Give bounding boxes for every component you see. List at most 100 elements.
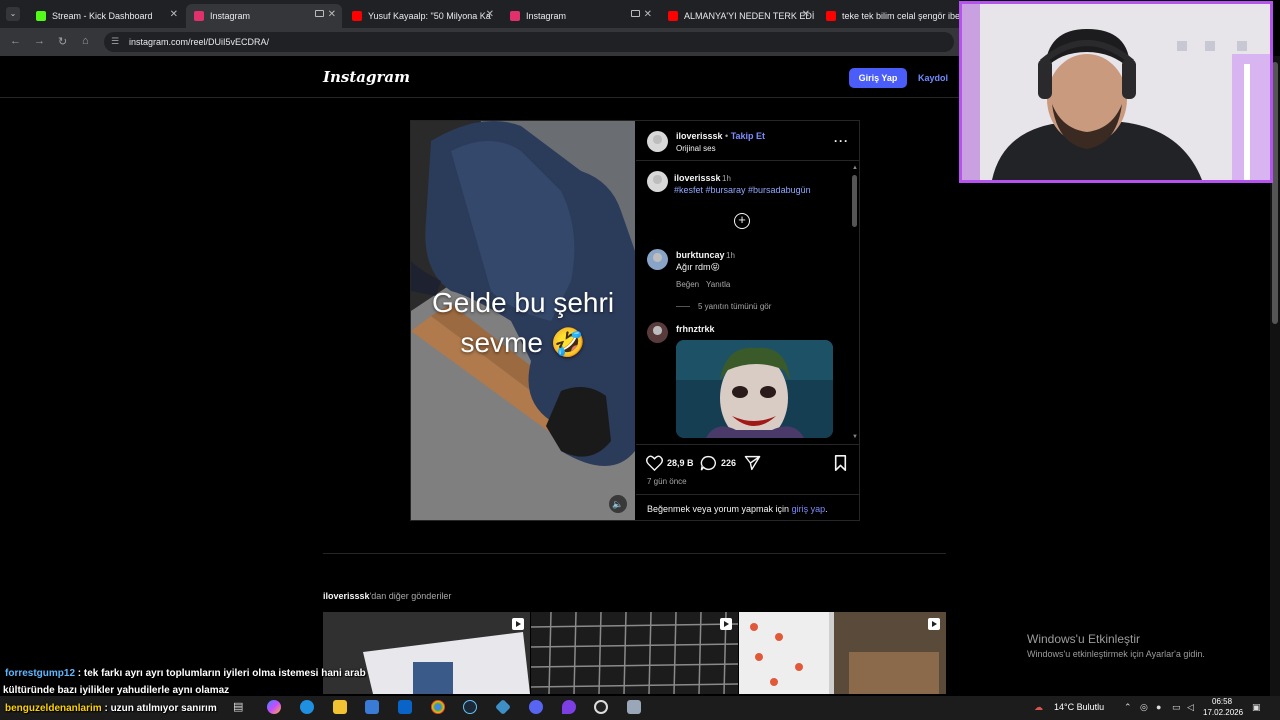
edge-icon[interactable] bbox=[300, 700, 314, 714]
more-post-thumbnail[interactable] bbox=[323, 612, 530, 694]
tab-youtube-yusuf[interactable]: Yusuf Kayaalp: "50 Milyona Ka ✕ bbox=[344, 4, 500, 28]
close-tab-icon[interactable]: ✕ bbox=[802, 9, 810, 20]
comment-username[interactable]: burktuncay bbox=[676, 250, 725, 260]
chat-text: : tek farkı ayrı ayrı toplumların iyiler… bbox=[75, 668, 366, 679]
scroll-up-icon[interactable]: ▲ bbox=[852, 165, 858, 171]
chrome-icon[interactable] bbox=[431, 700, 445, 714]
copilot-icon[interactable] bbox=[267, 700, 281, 714]
app-purple-icon[interactable] bbox=[562, 700, 576, 714]
obs-icon[interactable] bbox=[594, 700, 608, 714]
separator-dot: • bbox=[722, 131, 731, 141]
close-tab-icon[interactable]: ✕ bbox=[486, 9, 494, 20]
scroll-down-icon[interactable]: ▼ bbox=[852, 434, 858, 440]
clock-time[interactable]: 06:58 bbox=[1212, 697, 1232, 706]
tab-youtube-celal[interactable]: teke tek bilim celal şengör ibe bbox=[818, 4, 960, 28]
url-text[interactable]: instagram.com/reel/DUiI5vECDRA/ bbox=[129, 37, 269, 47]
audio-label[interactable]: Orijinal ses bbox=[676, 144, 716, 153]
login-prompt-suffix: . bbox=[825, 504, 828, 514]
comment-text: Ağır rdm😝 bbox=[676, 262, 720, 272]
comment-like-button[interactable]: Beğen bbox=[676, 280, 699, 289]
tray-overflow-icon[interactable]: ⌃ bbox=[1124, 702, 1132, 713]
comment-count[interactable]: 226 bbox=[721, 458, 736, 468]
site-info-icon[interactable]: ☰ bbox=[111, 36, 119, 47]
tab-label: Yusuf Kayaalp: "50 Milyona Ka bbox=[368, 11, 491, 21]
tab-media-icon[interactable] bbox=[631, 10, 640, 17]
reel-indicator-icon bbox=[720, 618, 732, 630]
discord-icon[interactable] bbox=[529, 700, 543, 714]
more-options-icon[interactable]: ··· bbox=[834, 134, 849, 148]
follow-button[interactable]: Takip Et bbox=[731, 131, 765, 141]
weather-text[interactable]: 14°C Bulutlu bbox=[1054, 702, 1104, 712]
instagram-logo[interactable]: Instagram bbox=[323, 68, 410, 86]
volume-icon[interactable]: 🔈 bbox=[609, 495, 627, 513]
login-prompt-link[interactable]: giriş yap bbox=[792, 504, 826, 514]
steam-icon[interactable] bbox=[463, 700, 477, 714]
commenter-avatar[interactable] bbox=[647, 322, 668, 343]
comment-username[interactable]: frhnztrkk bbox=[676, 324, 715, 334]
chat-text: : uzun atılmıyor sanırım bbox=[101, 703, 217, 714]
forward-icon[interactable]: → bbox=[34, 35, 45, 47]
clock-date[interactable]: 17.02.2026 bbox=[1203, 708, 1243, 717]
login-prompt-text: Beğenmek veya yorum yapmak için bbox=[647, 504, 792, 514]
browser-tab-strip: ⌄ Stream - Kick Dashboard ✕ Instagram ✕ … bbox=[0, 0, 960, 28]
author-avatar[interactable] bbox=[647, 131, 668, 152]
file-explorer-icon[interactable] bbox=[333, 700, 347, 714]
more-post-thumbnail[interactable] bbox=[531, 612, 738, 694]
tab-label: teke tek bilim celal şengör ibe bbox=[842, 11, 960, 21]
app-window-icon[interactable] bbox=[627, 700, 641, 714]
caption-time: 1h bbox=[722, 174, 731, 183]
caption-hashtags[interactable]: #kesfet #bursaray #bursadabugün bbox=[674, 185, 811, 195]
video-caption-line: Gelde bu şehri bbox=[431, 287, 615, 318]
tab-label: Instagram bbox=[526, 11, 567, 21]
home-icon[interactable]: ⌂ bbox=[82, 35, 89, 47]
close-tab-icon[interactable]: ✕ bbox=[170, 9, 178, 20]
like-count[interactable]: 28,9 B bbox=[667, 458, 694, 468]
tab-search-icon[interactable]: ⌄ bbox=[6, 7, 20, 21]
task-view-icon[interactable]: ▤ bbox=[233, 700, 247, 714]
close-tab-icon[interactable]: ✕ bbox=[644, 9, 652, 20]
reload-icon[interactable]: ↻ bbox=[58, 35, 67, 48]
load-more-comments-icon[interactable]: + bbox=[734, 213, 750, 229]
more-posts-username[interactable]: iloverisssk bbox=[323, 591, 370, 601]
header-divider bbox=[636, 160, 859, 161]
comment-time: 1h bbox=[726, 251, 735, 260]
more-post-thumbnail[interactable] bbox=[739, 612, 946, 694]
tab-youtube-almanya[interactable]: ALMANYA'YI NEDEN TERK EDİ ✕ bbox=[660, 4, 816, 28]
post-date: 7 gün önce bbox=[647, 477, 687, 486]
caption-avatar[interactable] bbox=[647, 171, 668, 192]
actions-divider bbox=[636, 444, 859, 445]
instagram-favicon-icon bbox=[510, 11, 520, 21]
save-bookmark-icon[interactable] bbox=[834, 455, 847, 471]
back-icon[interactable]: ← bbox=[10, 35, 21, 47]
author-username[interactable]: iloverisssk bbox=[676, 131, 723, 141]
post-header: iloverisssk • Takip Et bbox=[676, 131, 765, 141]
youtube-favicon-icon bbox=[826, 11, 836, 21]
like-heart-icon[interactable] bbox=[646, 455, 663, 471]
tray-app-icon[interactable]: ◎ bbox=[1140, 702, 1148, 713]
weather-icon[interactable]: ☁ bbox=[1034, 702, 1043, 713]
tab-media-icon[interactable] bbox=[315, 10, 324, 17]
signup-link[interactable]: Kaydol bbox=[918, 73, 948, 83]
view-replies-button[interactable]: 5 yanıtın tümünü gör bbox=[698, 302, 771, 311]
comment-image[interactable] bbox=[676, 340, 833, 438]
notification-icon[interactable]: ▣ bbox=[1252, 702, 1261, 713]
tab-label: Stream - Kick Dashboard bbox=[52, 11, 153, 21]
share-icon[interactable] bbox=[744, 455, 761, 471]
microphone-icon[interactable]: ● bbox=[1156, 702, 1161, 712]
more-posts-heading: iloverisssk'dan diğer gönderiler bbox=[323, 591, 451, 601]
store-icon[interactable] bbox=[365, 700, 379, 714]
comment-reply-button[interactable]: Yanıtla bbox=[706, 280, 730, 289]
tab-instagram-active[interactable]: Instagram ✕ bbox=[186, 4, 342, 28]
comment-icon[interactable] bbox=[700, 455, 717, 471]
tab-label: ALMANYA'YI NEDEN TERK EDİ bbox=[684, 11, 815, 21]
commenter-avatar[interactable] bbox=[647, 249, 668, 270]
caption-username[interactable]: iloverisssk bbox=[674, 173, 721, 183]
network-icon[interactable]: ▭ bbox=[1172, 702, 1181, 713]
tab-instagram-2[interactable]: Instagram ✕ bbox=[502, 4, 658, 28]
login-button[interactable]: Giriş Yap bbox=[849, 68, 907, 88]
comments-scroll-thumb[interactable] bbox=[852, 175, 857, 227]
close-tab-icon[interactable]: ✕ bbox=[328, 9, 336, 20]
volume-tray-icon[interactable]: ◁ bbox=[1187, 702, 1194, 713]
outlook-icon[interactable] bbox=[398, 700, 412, 714]
tab-kick-dashboard[interactable]: Stream - Kick Dashboard ✕ bbox=[28, 4, 184, 28]
